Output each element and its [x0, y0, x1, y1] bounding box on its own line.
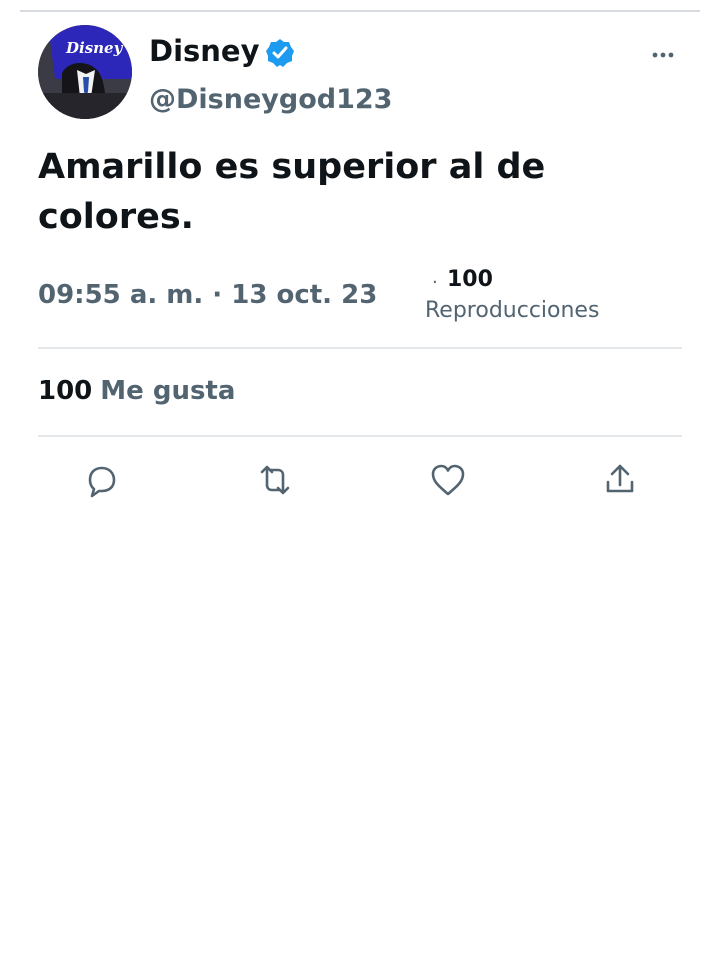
views-label[interactable]: Reproducciones: [425, 298, 599, 323]
avatar-logo-text: Disney: [65, 39, 124, 57]
reply-icon[interactable]: [79, 458, 123, 502]
avatar[interactable]: Disney: [38, 25, 132, 119]
display-name[interactable]: Disney: [149, 34, 260, 68]
more-options-icon[interactable]: [646, 42, 680, 68]
views-count[interactable]: 100: [447, 267, 493, 292]
retweet-icon[interactable]: [253, 458, 297, 502]
likes-summary[interactable]: 100 Me gusta: [38, 376, 235, 406]
likes-label: Me gusta: [100, 376, 236, 406]
tweet-actions-bar: [0, 458, 720, 510]
tweet-metadata: 09:55 a. m. · 13 oct. 23 · 100 Reproducc…: [38, 267, 678, 334]
user-handle[interactable]: @Disneygod123: [149, 84, 392, 115]
views-separator: ·: [432, 272, 438, 293]
tweet-text: Amarillo es superior al de colores.: [38, 147, 546, 237]
likes-divider: [38, 435, 682, 437]
tweet-timestamp[interactable]: 09:55 a. m. · 13 oct. 23: [38, 280, 377, 310]
metadata-divider: [38, 347, 682, 349]
tweet-detail: Disney Disney @Disneygod123 Amarillo es …: [0, 0, 720, 960]
disney-avatar-image: Disney: [38, 25, 132, 119]
verified-badge-icon: [264, 37, 296, 69]
likes-count: 100: [38, 376, 93, 406]
share-icon[interactable]: [598, 458, 642, 502]
like-icon[interactable]: [426, 458, 470, 502]
